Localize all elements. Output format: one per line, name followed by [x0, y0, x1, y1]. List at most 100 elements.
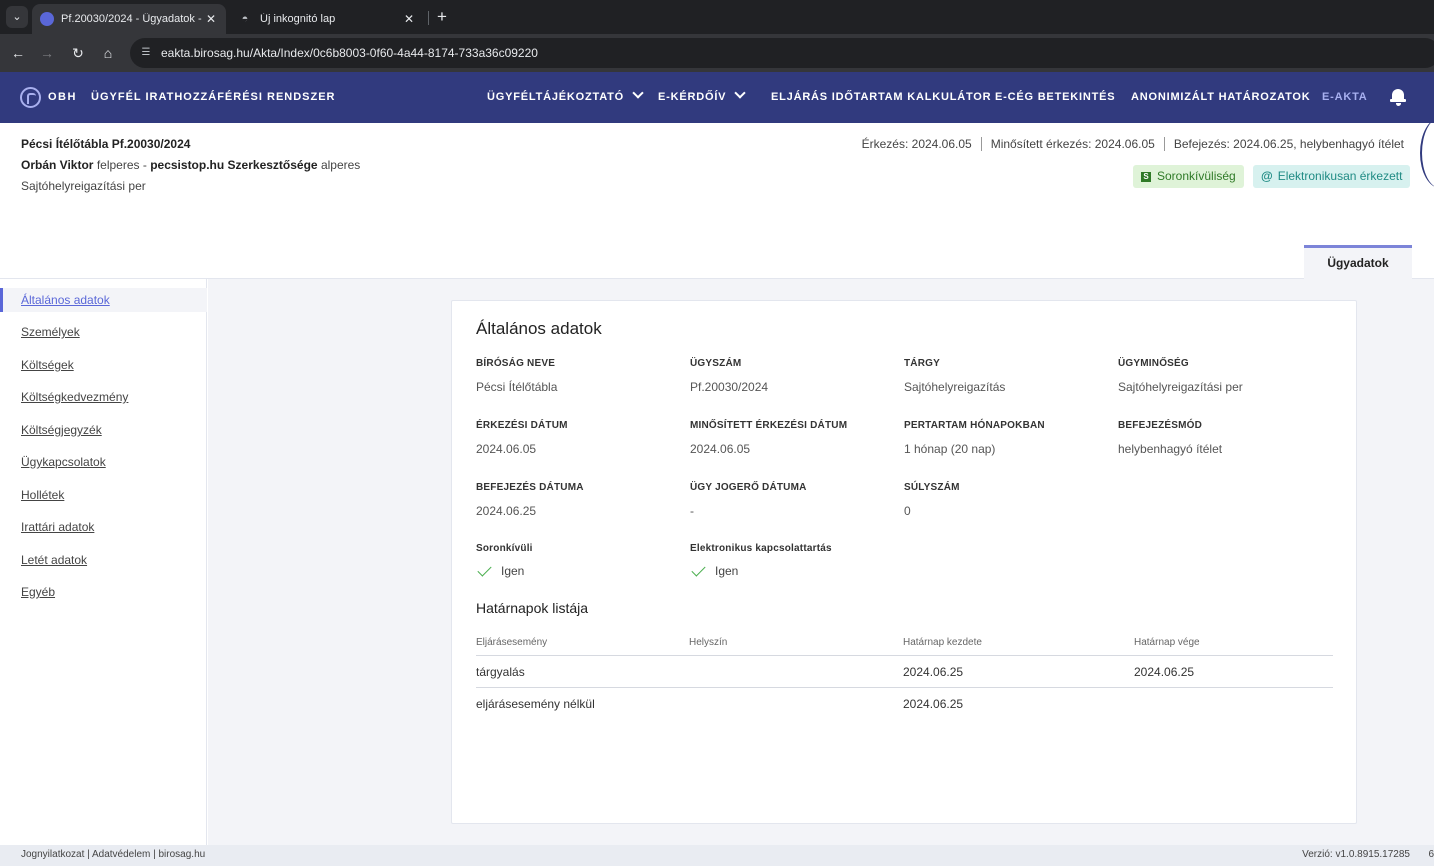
chevron-down-icon [632, 87, 644, 99]
field-value: Igen [501, 564, 525, 578]
field-value: 2024.06.05 [476, 442, 537, 456]
field-value: Pf.20030/2024 [690, 380, 769, 394]
field-label: BÍRÓSÁG NEVE [476, 358, 556, 369]
field-label: SÚLYSZÁM [904, 482, 960, 493]
urgent-badge: S Soronkívüliség [1133, 165, 1244, 188]
brand-logo-text: OBH [48, 91, 77, 103]
field-electronic: Elektronikus kapcsolattartás Igen [690, 543, 900, 578]
nav-item-anonimizalt-hatarozatok[interactable]: ANONIMIZÁLT HATÁROZATOK [1131, 91, 1311, 103]
nav-item-e-kerdoiv[interactable]: E-KÉRDŐÍV [658, 87, 746, 103]
incognito-icon: ◓ [241, 13, 249, 25]
field-label: ÉRKEZÉSI DÁTUM [476, 420, 568, 431]
field-label: Soronkívüli [476, 543, 533, 554]
sidebar-item-egyeb[interactable]: Egyéb [0, 580, 207, 604]
nav-item-e-ceg-betekintes[interactable]: E-CÉG BETEKINTÉS [995, 91, 1115, 103]
sidebar-item-ugykapcsolatok[interactable]: Ügykapcsolatok [0, 450, 207, 474]
field-completion-date: BEFEJEZÉS DÁTUMA 2024.06.25 [476, 482, 686, 518]
column-header: Határnap vége [1134, 637, 1200, 648]
deadlines-title: Határnapok listája [476, 600, 589, 616]
field-court-name: BÍRÓSÁG NEVE Pécsi Ítélőtábla [476, 358, 686, 394]
sidebar-item-irattari-adatok[interactable]: Irattári adatok [0, 515, 207, 539]
field-label: ÜGYSZÁM [690, 358, 742, 369]
field-label: BEFEJEZÉSMÓD [1118, 420, 1203, 431]
app-brand[interactable]: OBH ÜGYFÉL IRATHOZZÁFÉRÉSI RENDSZER [48, 91, 336, 103]
obh-logo-icon[interactable] [20, 87, 41, 108]
table-cell: 2024.06.25 [1134, 665, 1195, 679]
plaintiff-role: felperes [96, 158, 140, 172]
sidebar-item-koltsegek[interactable]: Költségek [0, 353, 207, 377]
party-separator: - [142, 158, 147, 172]
new-tab-button[interactable]: + [432, 7, 452, 27]
field-label: MINŐSÍTETT ÉRKEZÉSI DÁTUM [690, 420, 848, 431]
table-cell: eljárásesemény nélkül [476, 697, 595, 711]
nav-item-eljaras-idotartam-kalkulator[interactable]: ELJÁRÁS IDŐTARTAM KALKULÁTOR [771, 91, 991, 103]
browser-tab-incognito[interactable]: ◓ Új inkognitó lap ✕ [230, 4, 424, 34]
at-icon: @ [1261, 169, 1273, 183]
column-header: Eljárásesemény [476, 637, 548, 648]
site-info-icon[interactable]: ☰ [138, 45, 154, 61]
tab-ugyadatok[interactable]: Ügyadatok [1304, 245, 1412, 279]
page-footer: Jognyilatkozat | Adatvédelem | birosag.h… [0, 845, 1434, 866]
case-header: Pécsi Ítélőtábla Pf.20030/2024 Orbán Vik… [0, 123, 1434, 279]
field-duration: PERTARTAM HÓNAPOKBAN 1 hónap (20 nap) [904, 420, 1114, 456]
table-cell: 2024.06.25 [903, 665, 964, 679]
sidebar-item-koltsegkedvezmeny[interactable]: Költségkedvezmény [0, 385, 207, 409]
sidebar-item-altalanos-adatok[interactable]: Általános adatok [0, 288, 207, 312]
tab-close-icon[interactable]: ✕ [204, 12, 218, 26]
sidebar-item-szemelyek[interactable]: Személyek [0, 320, 207, 344]
notification-bell-icon[interactable] [1390, 87, 1406, 107]
field-weight: SÚLYSZÁM 0 [904, 482, 1114, 518]
browser-toolbar: ← → ↻ ⌂ ☰ eakta.birosag.hu/Akta/Index/0c… [0, 34, 1434, 72]
sidebar-item-koltsegjegyzek[interactable]: Költségjegyzék [0, 418, 207, 442]
tab-title: Új inkognitó lap [260, 13, 336, 25]
sidebar-item-holletek[interactable]: Hollétek [0, 483, 207, 507]
chevron-down-icon [734, 87, 746, 99]
field-value: 0 [904, 504, 911, 518]
nav-item-label: ÜGYFÉLTÁJÉKOZTATÓ [487, 91, 625, 103]
tab-search-chevron-down-icon[interactable]: ⌄ [6, 6, 28, 28]
field-value: 2024.06.25 [476, 504, 537, 518]
back-arrow-icon[interactable]: ← [7, 42, 29, 64]
address-bar[interactable]: ☰ eakta.birosag.hu/Akta/Index/0c6b8003-0… [130, 38, 1434, 68]
arrival-date: Érkezés: 2024.06.05 [861, 137, 972, 151]
nav-item-ugyfeltajekoztato[interactable]: ÜGYFÉLTÁJÉKOZTATÓ [487, 87, 644, 103]
defendant-role: alperes [320, 158, 361, 172]
deadlines-table: Eljárásesemény Helyszín Határnap kezdete… [476, 635, 1333, 720]
field-value: 1 hónap (20 nap) [904, 442, 996, 456]
check-icon [691, 561, 706, 577]
main-content: Általános adatok BÍRÓSÁG NEVE Pécsi Ítél… [208, 279, 1434, 845]
footer-links[interactable]: Jognyilatkozat | Adatvédelem | birosag.h… [21, 849, 205, 860]
field-value: helybenhagyó ítélet [1118, 442, 1223, 456]
app-navbar: OBH ÜGYFÉL IRATHOZZÁFÉRÉSI RENDSZER ÜGYF… [0, 72, 1434, 123]
column-header: Határnap kezdete [903, 637, 982, 648]
field-case-type: ÜGYMINŐSÉG Sajtóhelyreigazítási per [1118, 358, 1328, 394]
column-header: Helyszín [689, 637, 728, 648]
case-type: Sajtóhelyreigazítási per [21, 179, 146, 193]
sidebar-item-letet-adatok[interactable]: Letét adatok [0, 548, 207, 572]
footer-edge-text: 6 [1428, 849, 1434, 860]
field-subject: TÁRGY Sajtóhelyreigazítás [904, 358, 1114, 394]
case-parties: Orbán Viktor felperes - pecsistop.hu Sze… [21, 158, 360, 172]
field-value: - [690, 504, 694, 518]
url-text[interactable]: eakta.birosag.hu/Akta/Index/0c6b8003-0f6… [161, 46, 538, 60]
field-completion-mode: BEFEJEZÉSMÓD helybenhagyó ítélet [1118, 420, 1328, 456]
field-qualified-arrival-date: MINŐSÍTETT ÉRKEZÉSI DÁTUM 2024.06.05 [690, 420, 900, 456]
reload-icon[interactable]: ↻ [67, 42, 89, 64]
browser-tab-active[interactable]: Pf.20030/2024 - Ügyadatok - Ü ✕ [32, 4, 226, 34]
browser-tab-strip: ⌄ Pf.20030/2024 - Ügyadatok - Ü ✕ ◓ Új i… [0, 0, 1434, 34]
field-label: ÜGYMINŐSÉG [1118, 358, 1189, 369]
field-arrival-date: ÉRKEZÉSI DÁTUM 2024.06.05 [476, 420, 686, 456]
field-label: BEFEJEZÉS DÁTUMA [476, 482, 584, 493]
field-case-number: ÜGYSZÁM Pf.20030/2024 [690, 358, 900, 394]
tab-divider [428, 11, 429, 25]
forward-arrow-icon[interactable]: → [36, 42, 58, 64]
table-header: Eljárásesemény Helyszín Határnap kezdete… [476, 635, 1333, 656]
field-value: Pécsi Ítélőtábla [476, 380, 558, 394]
case-court-title: Pécsi Ítélőtábla Pf.20030/2024 [21, 137, 191, 151]
tab-close-icon[interactable]: ✕ [402, 12, 416, 26]
field-value: Sajtóhelyreigazítás [904, 380, 1006, 394]
home-icon[interactable]: ⌂ [97, 42, 119, 64]
field-value: Sajtóhelyreigazítási per [1118, 380, 1243, 394]
nav-item-e-akta[interactable]: E-AKTA [1322, 91, 1368, 103]
site-favicon-icon [40, 12, 54, 26]
